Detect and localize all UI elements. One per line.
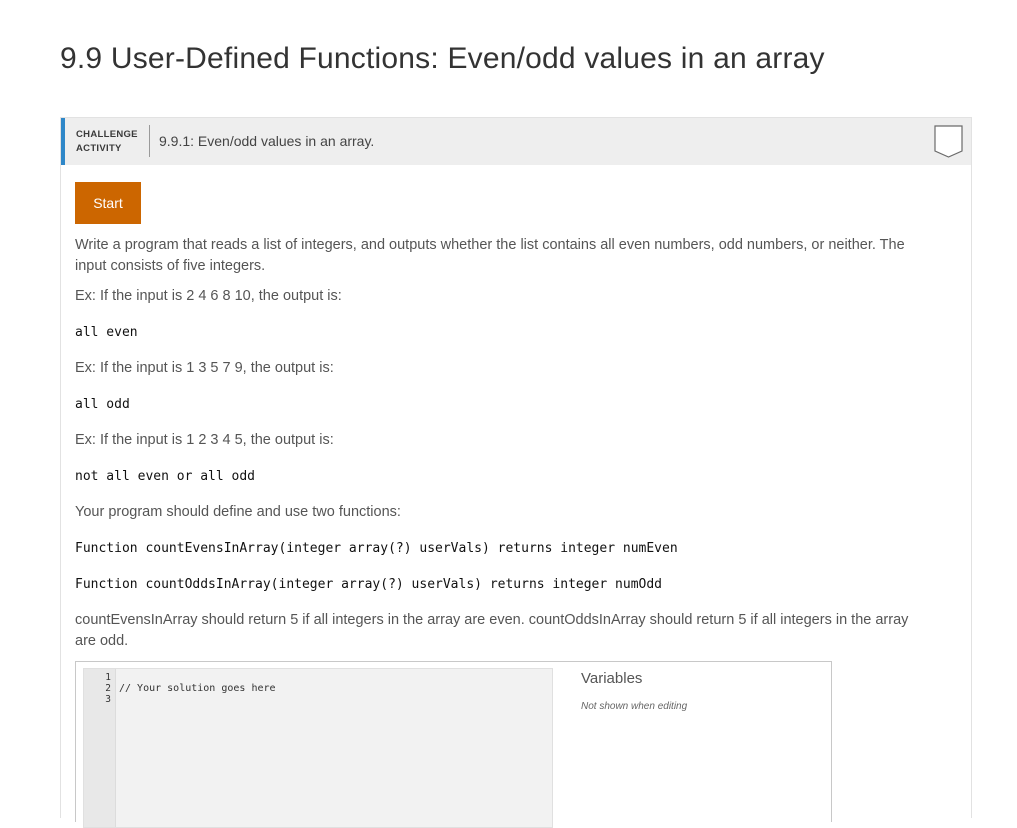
line-number: 2 <box>105 683 111 694</box>
instructions-intro: Write a program that reads a list of int… <box>75 237 905 274</box>
activity-header: CHALLENGE ACTIVITY 9.9.1: Even/odd value… <box>61 118 971 165</box>
completion-badge-icon <box>934 125 963 158</box>
editor-code-text[interactable]: // Your solution goes here <box>119 683 276 694</box>
variables-title: Variables <box>581 670 643 687</box>
activity-type-line2: ACTIVITY <box>76 143 122 154</box>
activity-title: 9.9.1: Even/odd values in an array. <box>159 133 375 149</box>
header-divider <box>149 125 150 157</box>
activity-type-line1: CHALLENGE <box>76 129 138 140</box>
page-title: 9.9 User-Defined Functions: Even/odd val… <box>60 42 825 75</box>
function2-signature: Function countOddsInArray(integer array(… <box>75 577 662 592</box>
function1-signature: Function countEvensInArray(integer array… <box>75 541 678 556</box>
example2-prompt: Ex: If the input is 1 3 5 7 9, the outpu… <box>75 360 334 376</box>
variables-panel: Variables Not shown when editing <box>581 670 687 712</box>
code-editor[interactable]: 1 2 3 // Your solution goes here <box>83 668 553 828</box>
example1-output: all even <box>75 325 138 340</box>
start-button[interactable]: Start <box>75 182 141 224</box>
instructions-closing: countEvensInArray should return 5 if all… <box>75 612 909 649</box>
activity-type-label: CHALLENGE ACTIVITY <box>76 128 138 156</box>
example3-output: not all even or all odd <box>75 469 256 484</box>
line-number-gutter: 1 2 3 <box>84 669 116 827</box>
functions-intro: Your program should define and use two f… <box>75 504 401 520</box>
example2-output: all odd <box>75 397 130 412</box>
challenge-activity-card: CHALLENGE ACTIVITY 9.9.1: Even/odd value… <box>60 117 972 828</box>
line-number: 1 <box>105 672 111 683</box>
example3-prompt: Ex: If the input is 1 2 3 4 5, the outpu… <box>75 432 334 448</box>
variables-note: Not shown when editing <box>581 701 688 712</box>
example1-prompt: Ex: If the input is 2 4 6 8 10, the outp… <box>75 288 342 304</box>
line-number: 3 <box>105 694 111 705</box>
